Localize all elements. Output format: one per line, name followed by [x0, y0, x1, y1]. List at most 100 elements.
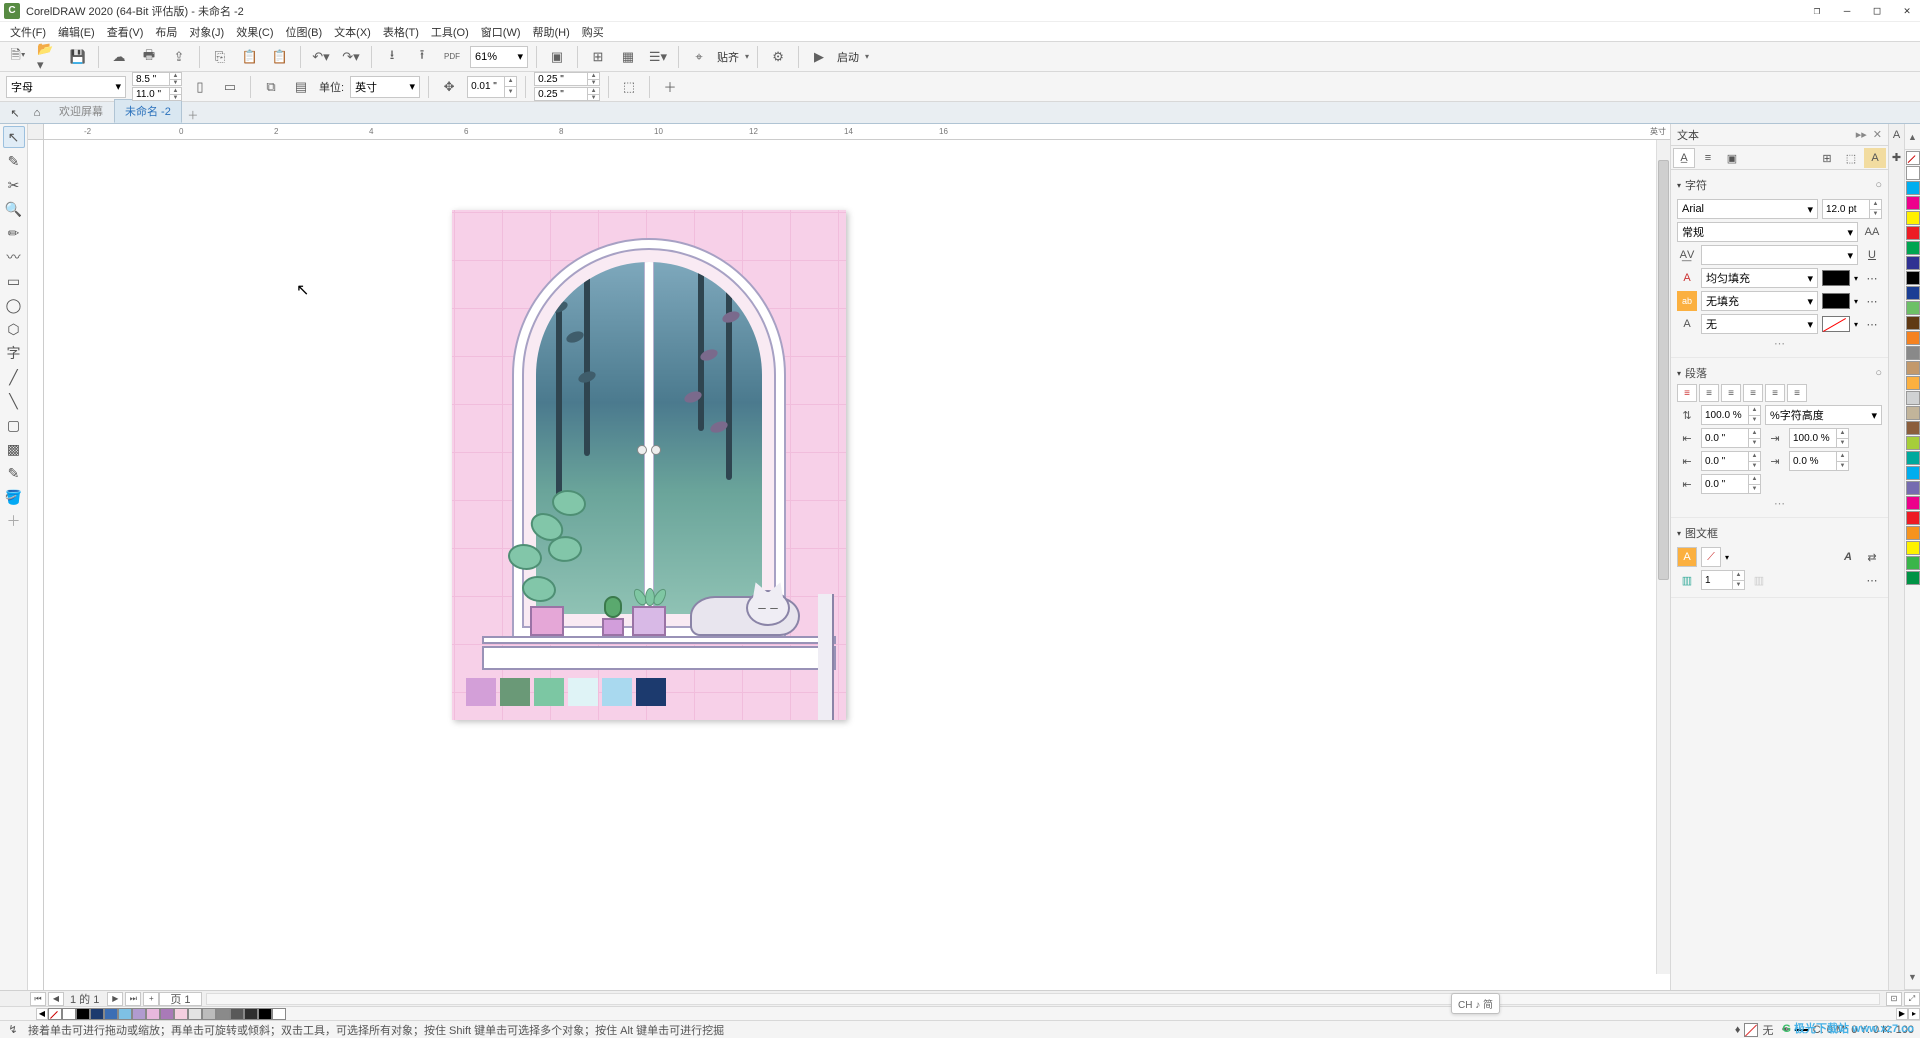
tab-extra2-icon[interactable]: ⬚	[1840, 148, 1862, 168]
right-to-left-button[interactable]: ⇄	[1862, 547, 1882, 567]
before-spin[interactable]: ▲▼	[1701, 428, 1761, 448]
page-tab[interactable]: 页 1	[159, 992, 201, 1006]
columns-settings-button[interactable]: ▥	[1749, 570, 1769, 590]
palette-color[interactable]	[272, 1008, 286, 1020]
columns-spin[interactable]: ▲▼	[1701, 570, 1745, 590]
block-after-value[interactable]	[1790, 452, 1836, 470]
cloud-button[interactable]: ☁	[107, 45, 131, 69]
palette-color[interactable]	[1906, 211, 1920, 225]
palette-color[interactable]	[160, 1008, 174, 1020]
after-spin[interactable]: ▲▼	[1701, 451, 1761, 471]
menu-table[interactable]: 表格(T)	[377, 24, 425, 40]
fill-color-swatch[interactable]	[1822, 270, 1850, 286]
palette-color[interactable]	[1906, 481, 1920, 495]
transparency-tool[interactable]: ▩	[3, 438, 25, 460]
save-button[interactable]: 💾	[66, 45, 90, 69]
rectangle-tool[interactable]: ▭	[3, 270, 25, 292]
palette-color[interactable]	[1906, 226, 1920, 240]
palette-color[interactable]	[104, 1008, 118, 1020]
fill-tool[interactable]: 🪣	[3, 486, 25, 508]
palette-down-button[interactable]: ▼	[1905, 964, 1920, 990]
menu-text[interactable]: 文本(X)	[328, 24, 377, 40]
launch-label[interactable]: 启动	[837, 49, 859, 65]
tab-add-button[interactable]: ＋	[182, 107, 204, 123]
all-pages-button[interactable]: ⧉	[259, 75, 283, 99]
vertical-scroll-thumb[interactable]	[1658, 160, 1669, 580]
freehand-tool[interactable]: ✏	[3, 222, 25, 244]
palette-up-button[interactable]: ▲	[1905, 124, 1920, 150]
hpalette-right-button[interactable]: ▶	[1896, 1008, 1908, 1020]
palette-color[interactable]	[1906, 256, 1920, 270]
hpalette-flyout-button[interactable]: ▸	[1908, 1008, 1920, 1020]
palette-color[interactable]	[1906, 331, 1920, 345]
menu-edit[interactable]: 编辑(E)	[52, 24, 101, 40]
align-left-button[interactable]: ≡	[1699, 384, 1719, 402]
connector-tool[interactable]: ╲	[3, 390, 25, 412]
palette-color[interactable]	[1906, 271, 1920, 285]
horizontal-scrollbar[interactable]	[206, 993, 1880, 1005]
dup-x-value[interactable]	[535, 73, 589, 85]
redo-button[interactable]: ↷▾	[339, 45, 363, 69]
ime-indicator[interactable]: CH ♪ 简	[1451, 993, 1500, 1014]
tab-extra3-icon[interactable]: A	[1864, 148, 1886, 168]
menu-effects[interactable]: 效果(C)	[230, 24, 279, 40]
palette-color[interactable]	[1906, 451, 1920, 465]
zoom-tool[interactable]: 🔍	[3, 198, 25, 220]
underline-button[interactable]: U	[1862, 245, 1882, 265]
tab-character-icon[interactable]: A̲	[1673, 148, 1695, 168]
palette-color[interactable]	[1906, 466, 1920, 480]
palette-color[interactable]	[202, 1008, 216, 1020]
palette-color[interactable]	[258, 1008, 272, 1020]
page-height-spin[interactable]: ▲▼	[132, 87, 182, 101]
outline-combo[interactable]: 无▾	[1701, 314, 1818, 334]
palette-color[interactable]	[1906, 361, 1920, 375]
dup-x-spin[interactable]: ▲▼	[534, 72, 600, 86]
palette-color[interactable]	[1906, 391, 1920, 405]
open-button[interactable]: 📂▾	[36, 45, 60, 69]
page-add-button[interactable]: +	[143, 992, 159, 1006]
right-indent-value[interactable]	[1790, 429, 1836, 447]
tab-frame-icon[interactable]: ▣	[1721, 148, 1743, 168]
page-width-value[interactable]	[133, 73, 171, 85]
copy-button[interactable]: ⎘	[208, 45, 232, 69]
line-spacing-spin[interactable]: ▲▼	[1701, 405, 1761, 425]
right-indent-spin[interactable]: ▲▼	[1789, 428, 1849, 448]
no-color-cell-h[interactable]	[48, 1008, 62, 1020]
frame-fit-button[interactable]: A	[1677, 547, 1697, 567]
first-line-value[interactable]	[1702, 475, 1748, 493]
section-options-icon[interactable]: ○	[1875, 367, 1882, 379]
page-next-button[interactable]: ▶	[107, 992, 123, 1006]
nudge-spin[interactable]: ▲▼	[467, 76, 517, 98]
align-center-button[interactable]: ≡	[1721, 384, 1741, 402]
portrait-button[interactable]: ▯	[188, 75, 212, 99]
docker-collapse-icon[interactable]: ▸▸	[1856, 128, 1867, 141]
paper-preset-combo[interactable]: 字母▾	[6, 76, 126, 98]
canvas[interactable]: ↖	[44, 140, 1670, 990]
menu-bitmap[interactable]: 位图(B)	[280, 24, 329, 40]
dup-y-value[interactable]	[535, 88, 589, 100]
palette-color[interactable]	[1906, 301, 1920, 315]
nav-pan-button[interactable]: ⤢	[1904, 992, 1920, 1006]
fill-swatch[interactable]	[1744, 1023, 1758, 1037]
menu-file[interactable]: 文件(F)	[4, 24, 52, 40]
font-size-spin[interactable]: ▲▼	[1822, 199, 1882, 219]
font-family-combo[interactable]: Arial▾	[1677, 199, 1818, 219]
page-first-button[interactable]: ⏮	[30, 992, 46, 1006]
tab-paragraph-icon[interactable]: ≡	[1697, 148, 1719, 168]
home-tab[interactable]: ⌂	[26, 103, 48, 123]
palette-color[interactable]	[132, 1008, 146, 1020]
palette-color[interactable]	[146, 1008, 160, 1020]
bgfill-color-swatch[interactable]	[1822, 293, 1850, 309]
palette-color[interactable]	[1906, 511, 1920, 525]
palette-color[interactable]	[1906, 286, 1920, 300]
grid-button[interactable]: ▦	[616, 45, 640, 69]
fill-indicator[interactable]: ♦ 无	[1735, 1022, 1774, 1038]
import-button[interactable]: ⭳	[380, 45, 404, 69]
current-page-button[interactable]: ▤	[289, 75, 313, 99]
palette-color[interactable]	[1906, 421, 1920, 435]
undo-button[interactable]: ↶▾	[309, 45, 333, 69]
treat-as-filled-button[interactable]: ⬚	[617, 75, 641, 99]
tab-welcome[interactable]: 欢迎屏幕	[48, 99, 114, 123]
palette-color[interactable]	[1906, 316, 1920, 330]
menu-help[interactable]: 帮助(H)	[527, 24, 576, 40]
